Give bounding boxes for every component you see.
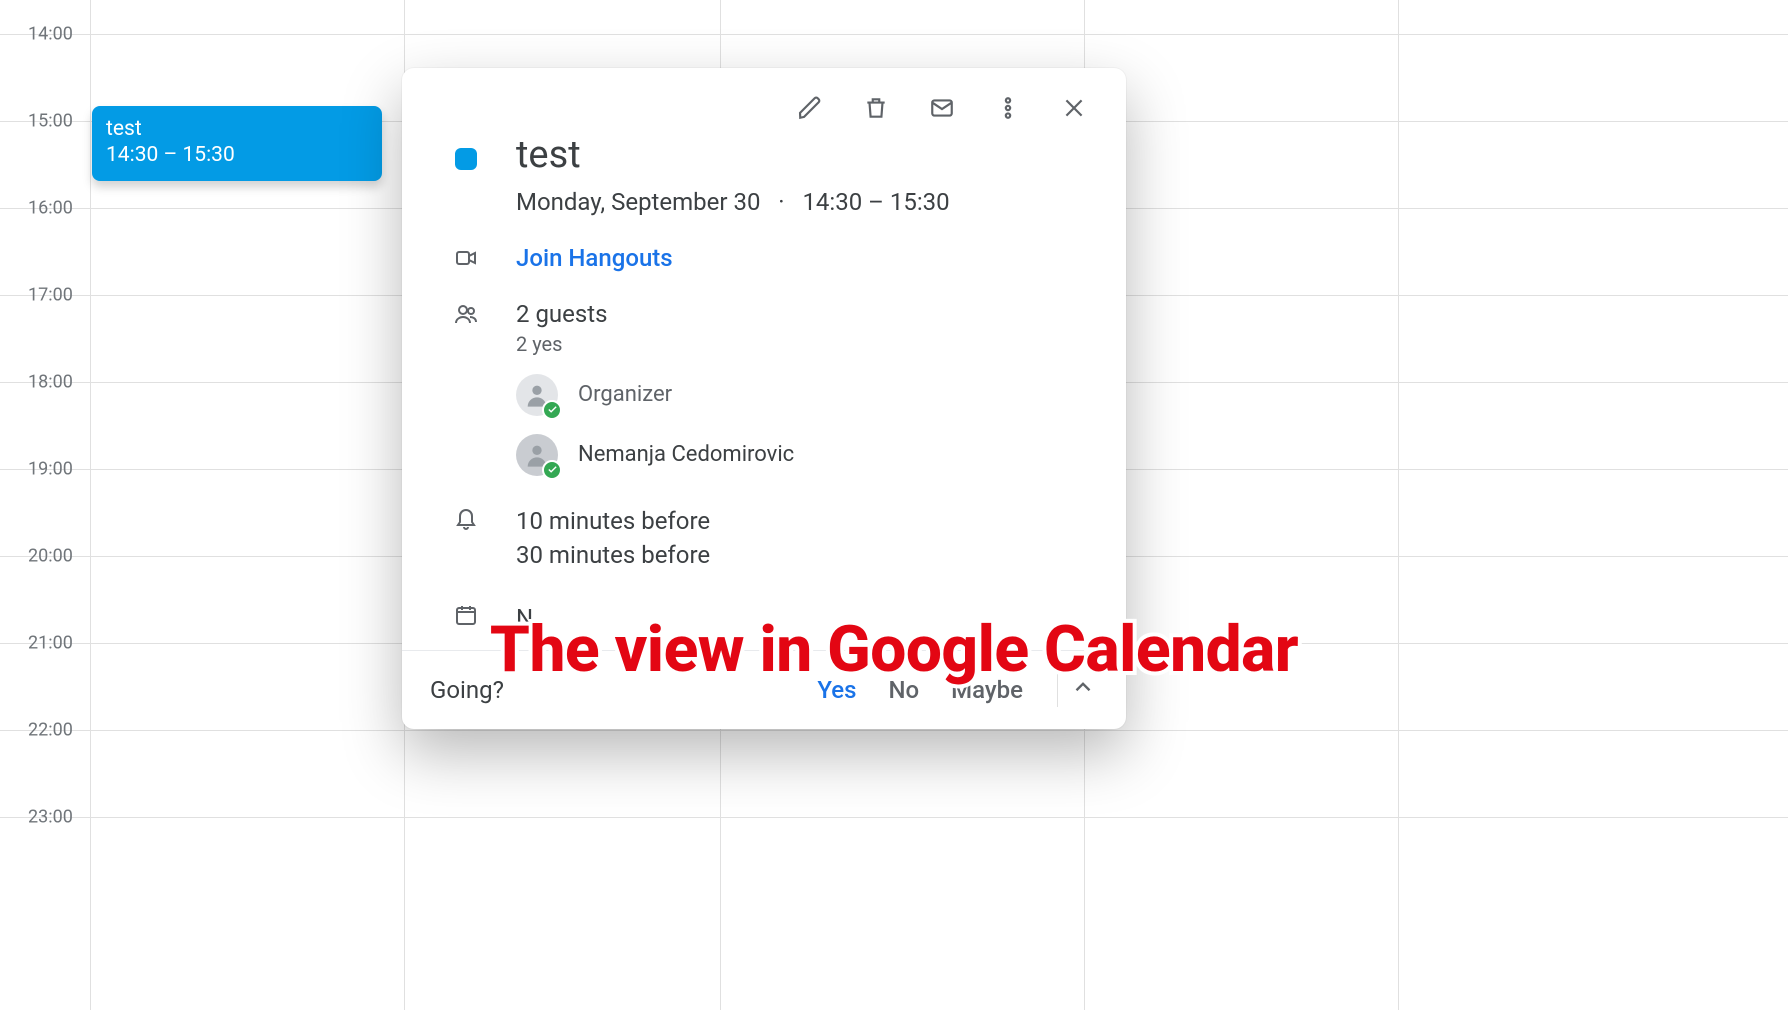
day-column-divider <box>1398 0 1399 1010</box>
event-time: 14:30 – 15:30 <box>802 188 949 216</box>
chevron-up-icon[interactable] <box>1070 674 1096 706</box>
hour-gridline <box>0 817 1788 818</box>
edit-icon[interactable] <box>794 92 826 124</box>
rsvp-maybe-button[interactable]: Maybe <box>951 676 1023 704</box>
event-detail-popover: test Monday, September 30 · 14:30 – 15:3… <box>402 68 1126 729</box>
people-icon <box>452 302 480 326</box>
rsvp-bar: Going? Yes No Maybe <box>402 650 1126 729</box>
guests-yes-count: 2 yes <box>516 332 1090 356</box>
calendar-owner-name: N <box>516 604 533 632</box>
mail-icon[interactable] <box>926 92 958 124</box>
event-date-separator: · <box>778 188 784 216</box>
hour-label: 16:00 <box>28 198 73 219</box>
event-color-dot <box>455 148 477 170</box>
event-chip-time: 14:30 – 15:30 <box>106 142 368 168</box>
reminder-item: 30 minutes before <box>516 538 1090 573</box>
hour-label: 19:00 <box>28 459 73 480</box>
guest-name: Nemanja Cedomirovic <box>578 442 794 467</box>
popover-action-row <box>402 68 1126 126</box>
hour-label: 20:00 <box>28 546 73 567</box>
hour-gridline <box>0 34 1788 35</box>
hangouts-row: Join Hangouts <box>452 244 1090 272</box>
rsvp-divider <box>1057 673 1058 707</box>
close-icon[interactable] <box>1058 92 1090 124</box>
overflow-menu-icon[interactable] <box>992 92 1024 124</box>
hour-label: 23:00 <box>28 807 73 828</box>
hour-label: 18:00 <box>28 372 73 393</box>
status-accepted-icon <box>542 400 562 420</box>
calendar-icon <box>452 603 480 627</box>
calendar-event-chip[interactable]: test 14:30 – 15:30 <box>92 106 382 181</box>
rsvp-no-button[interactable]: No <box>888 676 919 704</box>
hour-label: 15:00 <box>28 111 73 132</box>
rsvp-prompt: Going? <box>430 676 504 704</box>
video-icon <box>452 246 480 270</box>
trash-icon[interactable] <box>860 92 892 124</box>
hour-label: 22:00 <box>28 720 73 741</box>
guests-count: 2 guests <box>516 300 1090 328</box>
reminders-row: 10 minutes before 30 minutes before <box>452 504 1090 574</box>
guest-role: Organizer <box>578 382 672 407</box>
event-chip-title: test <box>106 116 368 142</box>
rsvp-yes-button[interactable]: Yes <box>817 676 856 704</box>
event-date: Monday, September 30 <box>516 188 760 216</box>
bell-icon <box>452 506 480 530</box>
event-title: test <box>516 134 1090 178</box>
guest-item: Organizer <box>516 374 1090 416</box>
join-hangouts-link[interactable]: Join Hangouts <box>516 244 673 272</box>
event-datetime: Monday, September 30 · 14:30 – 15:30 <box>516 188 1090 216</box>
event-title-row: test Monday, September 30 · 14:30 – 15:3… <box>452 134 1090 216</box>
reminder-item: 10 minutes before <box>516 504 1090 539</box>
hour-label: 17:00 <box>28 285 73 306</box>
guest-item: Nemanja Cedomirovic <box>516 434 1090 476</box>
calendar-owner-row: N <box>452 601 1090 636</box>
hour-label: 14:00 <box>28 24 73 45</box>
hour-label: 21:00 <box>28 633 73 654</box>
day-column-divider <box>90 0 91 1010</box>
hour-gridline <box>0 730 1788 731</box>
status-accepted-icon <box>542 460 562 480</box>
guests-row: 2 guests 2 yes Organizer <box>452 300 1090 476</box>
